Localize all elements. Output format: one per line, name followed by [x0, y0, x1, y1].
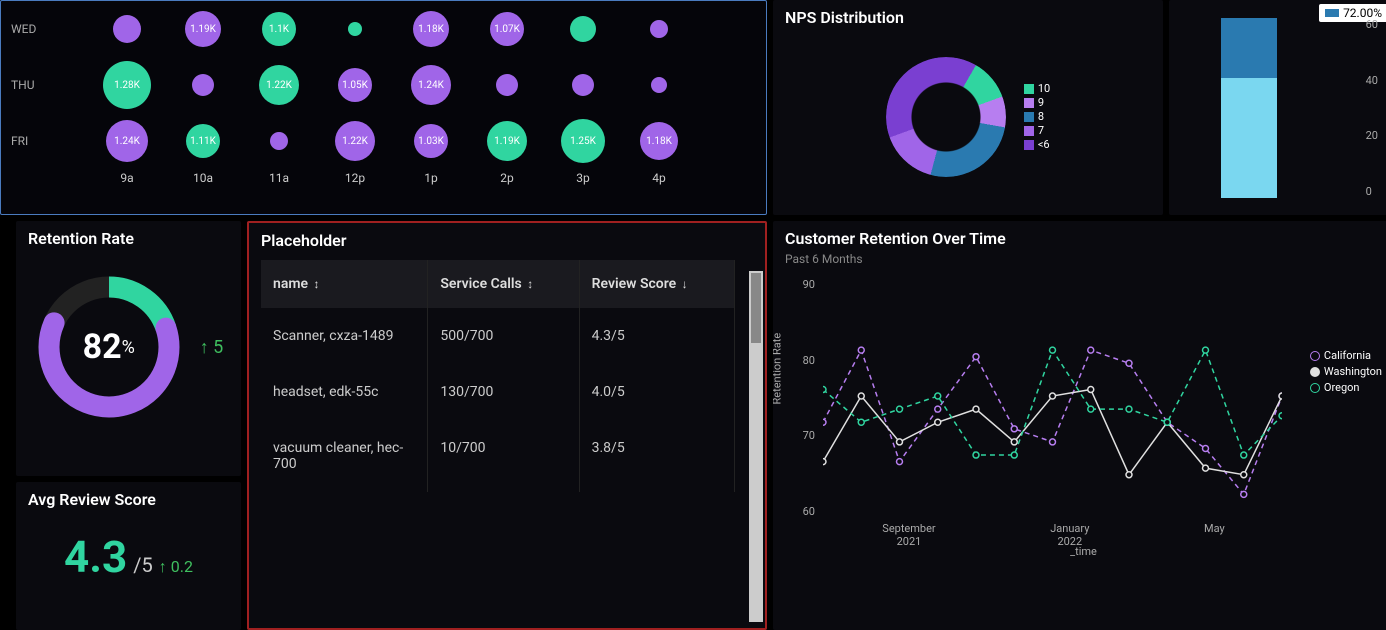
punchcard-bubble[interactable]: [636, 62, 682, 108]
punchcard-bubble[interactable]: [256, 118, 302, 164]
hour-label: 10a: [180, 171, 226, 185]
scrollbar[interactable]: [749, 271, 763, 622]
review-value: 4.3: [64, 531, 127, 583]
punchcard-bubble[interactable]: 1.11K: [180, 118, 226, 164]
punchcard-bubble[interactable]: 1.19K: [484, 118, 530, 164]
panel-subtitle: Past 6 Months: [785, 252, 1382, 266]
punchcard-bubble[interactable]: [560, 6, 606, 52]
stacked-bar-panel[interactable]: 72.00% 6040200: [1169, 0, 1386, 215]
activity-punchcard-panel[interactable]: WED 1.19K 1.1K 1.18K 1.07K THU 1.28K 1.22K 1.05K…: [0, 0, 767, 215]
punchcard-bubble[interactable]: 1.18K: [408, 6, 454, 52]
punchcard-bubble[interactable]: 1.05K: [332, 62, 378, 108]
punchcard-bubble[interactable]: 1.18K: [636, 118, 682, 164]
table-row[interactable]: vacuum cleaner, hec-70010/7003.8/5: [261, 420, 735, 492]
hour-label: 9a: [104, 171, 150, 185]
legend-item: 8: [1024, 110, 1050, 124]
punchcard-bubble[interactable]: [180, 62, 226, 108]
legend-item: 9: [1024, 96, 1050, 110]
punchcard-bubble[interactable]: 1.19K: [180, 6, 226, 52]
punchcard-bubble[interactable]: 1.28K: [104, 62, 150, 108]
gauge-value: 82%: [34, 272, 184, 422]
retention-gauge: 82%: [34, 272, 184, 422]
x-tick-label: September2021: [882, 522, 935, 548]
punchcard-bubble[interactable]: [332, 6, 378, 52]
sort-icon: ↓: [682, 277, 688, 291]
retention-rate-panel[interactable]: Retention Rate 82% ↑ 5: [16, 221, 241, 476]
hour-label: 4p: [636, 171, 682, 185]
hour-label: 12p: [332, 171, 378, 185]
punchcard-bubble[interactable]: 1.24K: [104, 118, 150, 164]
sort-icon: ↕: [527, 277, 533, 291]
punchcard-bubble[interactable]: 1.25K: [560, 118, 606, 164]
nps-distribution-panel[interactable]: NPS Distribution 10987<6: [773, 0, 1163, 215]
review-delta: ↑ 0.2: [159, 557, 193, 577]
x-tick-label: May: [1204, 522, 1225, 548]
panel-title: NPS Distribution: [785, 8, 1151, 27]
panel-title: Retention Rate: [28, 229, 229, 248]
legend-item[interactable]: Oregon: [1310, 380, 1382, 396]
legend-item: 10: [1024, 82, 1050, 96]
day-label: WED: [11, 22, 59, 36]
avg-review-score-panel[interactable]: Avg Review Score 4.3 /5 ↑ 0.2: [16, 482, 241, 630]
punchcard-bubble[interactable]: 1.24K: [408, 62, 454, 108]
y-axis-label: Retention Rate: [773, 333, 784, 405]
placeholder-table-panel[interactable]: Placeholder name ↕Service Calls ↕Review …: [247, 221, 767, 630]
hour-label: 1p: [408, 171, 454, 185]
data-table: name ↕Service Calls ↕Review Score ↓ Scan…: [261, 260, 735, 492]
retention-line-chart: [823, 278, 1282, 508]
hour-label: 3p: [560, 171, 606, 185]
retention-delta: ↑ 5: [200, 337, 224, 358]
stacked-bar: [1221, 18, 1277, 198]
punchcard-bubble[interactable]: 1.03K: [408, 118, 454, 164]
panel-title: Placeholder: [261, 231, 753, 250]
legend-item: <6: [1024, 138, 1050, 152]
nps-legend: 10987<6: [1024, 82, 1050, 152]
day-label: FRI: [11, 134, 59, 148]
panel-title: Avg Review Score: [28, 490, 229, 509]
column-header[interactable]: name ↕: [261, 260, 428, 308]
table-row[interactable]: headset, edk-55c130/7004.0/5: [261, 364, 735, 420]
punchcard-bubble[interactable]: [104, 6, 150, 52]
column-header[interactable]: Review Score ↓: [579, 260, 734, 308]
nps-donut-chart: [886, 57, 1006, 177]
legend-item: 7: [1024, 124, 1050, 138]
hour-label: 11a: [256, 171, 302, 185]
customer-retention-over-time-panel[interactable]: Customer Retention Over Time Past 6 Mont…: [773, 221, 1386, 630]
punchcard-bubble[interactable]: [636, 6, 682, 52]
punchcard-bubble[interactable]: 1.1K: [256, 6, 302, 52]
table-row[interactable]: Scanner, cxza-1489500/7004.3/5: [261, 308, 735, 364]
punchcard-bubble[interactable]: [560, 62, 606, 108]
review-denom: /5: [133, 553, 153, 577]
punchcard-bubble[interactable]: 1.22K: [256, 62, 302, 108]
punchcard-bubble[interactable]: 1.07K: [484, 6, 530, 52]
column-header[interactable]: Service Calls ↕: [428, 260, 579, 308]
panel-title: Customer Retention Over Time: [785, 229, 1382, 248]
punchcard-bubble[interactable]: [484, 62, 530, 108]
day-label: THU: [11, 78, 59, 92]
x-axis-label: _time: [1070, 545, 1097, 558]
punchcard-bubble[interactable]: 1.22K: [332, 118, 378, 164]
hour-label: 2p: [484, 171, 530, 185]
legend-item[interactable]: California: [1310, 348, 1382, 364]
sort-icon: ↕: [314, 277, 320, 291]
chart-legend: CaliforniaWashingtonOregon: [1310, 348, 1382, 396]
legend-item[interactable]: Washington: [1310, 364, 1382, 380]
